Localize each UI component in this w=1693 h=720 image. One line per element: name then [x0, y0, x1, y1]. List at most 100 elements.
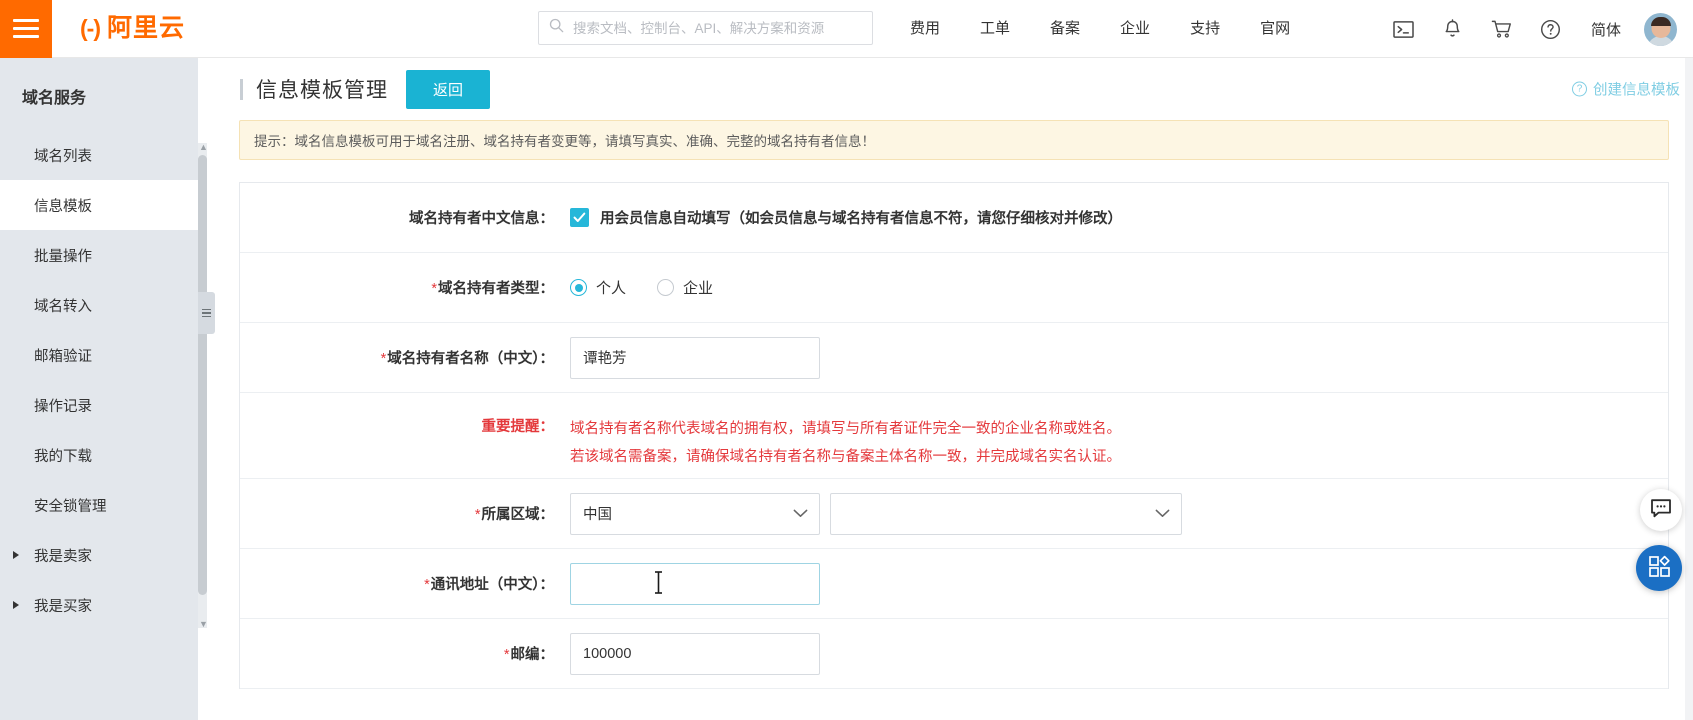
- create-template-link[interactable]: ? 创建信息模板: [1572, 79, 1680, 100]
- auto-fill-control: 用会员信息自动填写（如会员信息与域名持有者信息不符，请您仔细核对并修改）: [570, 207, 1668, 228]
- notice-banner: 提示：域名信息模板可用于域名注册、域名持有者变更等，请填写真实、准确、完整的域名…: [239, 120, 1669, 160]
- sidebar-item-operation-log[interactable]: 操作记录: [0, 380, 198, 430]
- holder-type-radio-group: 个人 企业: [570, 277, 1668, 298]
- address-input[interactable]: [570, 563, 820, 605]
- address-label: *通讯地址（中文）：: [240, 573, 570, 594]
- holder-name-input[interactable]: [570, 337, 820, 379]
- sidebar-scrollbar[interactable]: ▲ ▼: [198, 143, 207, 628]
- holder-name-label: *域名持有者名称（中文）：: [240, 347, 570, 368]
- chat-bubble-icon: [1650, 498, 1672, 523]
- sidebar: 域名服务 域名列表 信息模板 批量操作 域名转入 邮箱验证 操作记录 我的下载 …: [0, 58, 198, 720]
- required-asterisk: *: [381, 351, 387, 367]
- region-control: 中国: [570, 493, 1668, 535]
- hamburger-menu-icon[interactable]: [0, 0, 52, 58]
- sidebar-resize-handle[interactable]: [198, 292, 215, 334]
- aliyun-logo[interactable]: (-) 阿里云: [80, 16, 185, 41]
- sidebar-item-label: 域名列表: [34, 145, 92, 166]
- global-search-box[interactable]: [538, 11, 873, 45]
- holder-name-control: [570, 337, 1668, 379]
- chat-support-button[interactable]: [1640, 489, 1682, 531]
- sidebar-item-label: 我是买家: [34, 595, 92, 616]
- form-row-region: *所属区域： 中国: [240, 479, 1668, 549]
- radio-individual[interactable]: [570, 279, 587, 296]
- nav-link-support[interactable]: 支持: [1170, 0, 1240, 58]
- holder-info-form: 域名持有者中文信息： 用会员信息自动填写（如会员信息与域名持有者信息不符，请您仔…: [239, 182, 1669, 689]
- province-select[interactable]: [830, 493, 1182, 535]
- sidebar-item-domain-list[interactable]: 域名列表: [0, 130, 198, 180]
- holder-type-label: *域名持有者类型：: [240, 277, 570, 298]
- language-switch[interactable]: 简体: [1577, 19, 1635, 40]
- important-line-2: 若该域名需备案，请确保域名持有者名称与备案主体名称一致，并完成域名实名认证。: [570, 443, 1121, 471]
- postcode-label: *邮编：: [240, 643, 570, 664]
- chevron-right-icon: [13, 551, 19, 559]
- search-icon: [549, 18, 564, 38]
- required-asterisk: *: [424, 577, 430, 593]
- chevron-down-icon: [1155, 506, 1170, 522]
- postcode-label-text: 邮编：: [511, 647, 555, 663]
- apps-launcher-button[interactable]: [1636, 545, 1682, 591]
- nav-link-icp[interactable]: 备案: [1030, 0, 1100, 58]
- sidebar-item-batch-operation[interactable]: 批量操作: [0, 230, 198, 280]
- scroll-up-arrow-icon[interactable]: ▲: [199, 143, 207, 151]
- chevron-down-icon: [793, 506, 808, 522]
- important-line-1: 域名持有者名称代表域名的拥有权，请填写与所有者证件完全一致的企业名称或姓名。: [570, 415, 1121, 443]
- sidebar-title: 域名服务: [0, 58, 198, 130]
- country-select-wrap: 中国: [570, 493, 820, 535]
- sidebar-item-i-am-seller[interactable]: 我是卖家: [0, 530, 198, 580]
- terminal-icon[interactable]: [1381, 0, 1427, 58]
- grip-icon: [202, 309, 211, 318]
- page-scrollbar[interactable]: [1685, 58, 1693, 720]
- nav-icon-group: 简体: [1381, 0, 1681, 58]
- nav-link-website[interactable]: 官网: [1240, 0, 1310, 58]
- postcode-control: [570, 633, 1668, 675]
- sidebar-item-i-am-buyer[interactable]: 我是买家: [0, 580, 198, 630]
- radio-individual-label: 个人: [596, 277, 626, 298]
- top-navigation-bar: (-) 阿里云 费用 工单 备案 企业 支持 官网 简体: [0, 0, 1693, 58]
- back-button[interactable]: 返回: [406, 70, 490, 109]
- form-row-holder-name: *域名持有者名称（中文）：: [240, 323, 1668, 393]
- title-accent-bar: [240, 79, 243, 100]
- page-title: 信息模板管理: [256, 74, 388, 104]
- required-asterisk: *: [504, 647, 510, 663]
- nav-links: 费用 工单 备案 企业 支持 官网: [890, 0, 1310, 58]
- cart-icon[interactable]: [1479, 0, 1525, 58]
- sidebar-item-email-verify[interactable]: 邮箱验证: [0, 330, 198, 380]
- sidebar-item-label: 操作记录: [34, 395, 92, 416]
- search-input[interactable]: [573, 21, 862, 36]
- sidebar-item-label: 我是卖家: [34, 545, 92, 566]
- country-select[interactable]: 中国: [570, 493, 820, 535]
- sidebar-item-label: 批量操作: [34, 245, 92, 266]
- postcode-input[interactable]: [570, 633, 820, 675]
- user-avatar[interactable]: [1644, 13, 1677, 46]
- sidebar-item-info-template[interactable]: 信息模板: [0, 180, 198, 230]
- radio-enterprise[interactable]: [657, 279, 674, 296]
- brand-name: 阿里云: [107, 16, 185, 41]
- sidebar-item-my-downloads[interactable]: 我的下载: [0, 430, 198, 480]
- holder-type-label-text: 域名持有者类型：: [438, 281, 554, 297]
- form-row-address: *通讯地址（中文）：: [240, 549, 1668, 619]
- chevron-right-icon: [13, 601, 19, 609]
- region-label-text: 所属区域：: [482, 507, 555, 523]
- form-row-important-reminder: 重要提醒： 域名持有者名称代表域名的拥有权，请填写与所有者证件完全一致的企业名称…: [240, 393, 1668, 479]
- page-header: 信息模板管理 返回 ? 创建信息模板: [215, 58, 1693, 120]
- nav-link-tickets[interactable]: 工单: [960, 0, 1030, 58]
- help-icon[interactable]: [1528, 0, 1574, 58]
- auto-fill-checkbox-label: 用会员信息自动填写（如会员信息与域名持有者信息不符，请您仔细核对并修改）: [600, 207, 1122, 228]
- sidebar-item-label: 安全锁管理: [34, 495, 107, 516]
- nav-link-fees[interactable]: 费用: [890, 0, 960, 58]
- auto-fill-label: 域名持有者中文信息：: [240, 207, 570, 228]
- auto-fill-checkbox[interactable]: [570, 208, 589, 227]
- sidebar-item-security-lock[interactable]: 安全锁管理: [0, 480, 198, 530]
- page-title-wrap: 信息模板管理: [240, 74, 388, 104]
- important-reminder-label: 重要提醒：: [240, 415, 570, 436]
- scroll-down-arrow-icon[interactable]: ▼: [199, 620, 207, 628]
- sidebar-item-domain-transfer[interactable]: 域名转入: [0, 280, 198, 330]
- apps-grid-icon: [1647, 554, 1671, 583]
- nav-link-enterprise[interactable]: 企业: [1100, 0, 1170, 58]
- logo-bracket-icon: (-): [80, 17, 100, 40]
- radio-enterprise-label: 企业: [683, 277, 713, 298]
- bell-icon[interactable]: [1430, 0, 1476, 58]
- region-label: *所属区域：: [240, 503, 570, 524]
- sidebar-item-label: 我的下载: [34, 445, 92, 466]
- sidebar-scroll-thumb[interactable]: [198, 155, 207, 595]
